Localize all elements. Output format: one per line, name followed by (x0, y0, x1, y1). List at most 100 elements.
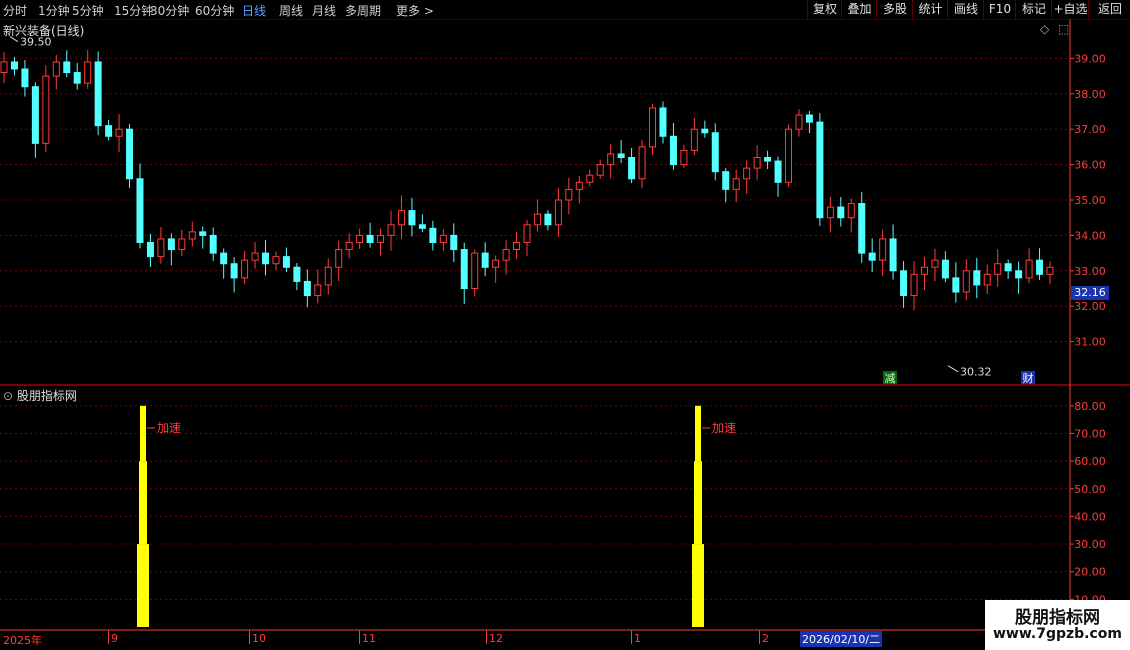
candle-body (105, 125, 113, 137)
candle-body (230, 263, 238, 279)
candle-body (94, 61, 102, 127)
candle-body (481, 252, 489, 268)
candle-body (262, 252, 269, 265)
candle-body (10, 61, 18, 70)
candle-body (513, 241, 521, 251)
candle-body (586, 174, 594, 183)
signal-bar (140, 405, 146, 462)
candle-body (418, 224, 426, 229)
candle-body (397, 210, 405, 226)
price-tick-label: 32.00 (1074, 300, 1106, 313)
candle-body (617, 153, 625, 159)
candle-body (690, 128, 698, 151)
indicator-tick-label: 60.00 (1074, 455, 1106, 468)
candle-body (596, 164, 604, 176)
month-label: 1 (634, 632, 641, 645)
month-label: 11 (362, 632, 376, 645)
low-price-label: 30.32 (960, 366, 992, 379)
month-tick (249, 630, 250, 644)
candle-body (188, 231, 196, 240)
candle-body (962, 270, 970, 293)
candle-body (303, 280, 311, 297)
candle-body (167, 238, 175, 251)
month-label: 12 (489, 632, 503, 645)
candle-body (994, 263, 1002, 275)
expand-icon[interactable]: ⬚ (1058, 22, 1069, 36)
price-tick-label: 38.00 (1074, 88, 1106, 101)
candle-body (157, 238, 165, 258)
month-tick (359, 630, 360, 644)
candle-body (889, 238, 897, 272)
candle-body (638, 146, 646, 180)
chevron-down-icon[interactable]: ⊙ (3, 389, 13, 403)
candle-body (377, 234, 385, 243)
candle-body (492, 259, 500, 268)
candle-body (21, 68, 29, 88)
candle-body (366, 234, 374, 243)
candle-body (1036, 259, 1044, 275)
candle-body (659, 107, 667, 137)
candle-body (471, 252, 479, 290)
annotation-label: 加速 (157, 421, 181, 435)
candle-body (272, 256, 280, 265)
candle-body (785, 128, 792, 183)
watermark-title: 股朋指标网 (1015, 608, 1100, 628)
candle-body (858, 203, 866, 254)
signal-bar (137, 544, 149, 627)
candle-body (324, 266, 332, 286)
candle-body (502, 249, 510, 261)
annotation-label: 加速 (712, 421, 736, 435)
axis-year-label: 2025年 (3, 634, 42, 647)
candle-body (251, 252, 259, 261)
month-label: 2 (762, 632, 769, 645)
candle-body (669, 135, 677, 166)
candle-body (753, 157, 761, 169)
candle-body (429, 227, 437, 243)
candle-body (764, 157, 772, 162)
candle-body (293, 266, 301, 282)
candle-body (743, 167, 751, 180)
price-tick-label: 33.00 (1074, 265, 1106, 278)
candle-body (42, 75, 50, 144)
candle-body (220, 252, 228, 265)
candle-body (711, 132, 719, 173)
month-label: 9 (111, 632, 118, 645)
indicator-name: 股朋指标网 (16, 389, 77, 403)
candle-body (910, 273, 918, 297)
candle-body (460, 249, 468, 289)
candle-body (31, 86, 39, 144)
candle-body (115, 128, 123, 137)
candle-body (178, 238, 186, 251)
watermark-url: www.7gpzb.com (992, 626, 1122, 642)
candle-body (314, 284, 322, 297)
candle-body (73, 72, 81, 84)
candle-body (868, 252, 876, 261)
candle-body (722, 171, 730, 190)
candle-body (0, 61, 8, 74)
main-panel-title: 新兴装备(日线) (3, 24, 85, 38)
candle-body (795, 114, 803, 130)
candle-body (837, 206, 845, 219)
candle-body (805, 114, 813, 123)
candle-body (628, 157, 636, 180)
candle-body (680, 149, 688, 166)
candle-body (774, 160, 782, 183)
candle-body (146, 241, 154, 258)
candle-body (136, 178, 144, 243)
candle-body (732, 178, 740, 190)
diamond-icon[interactable]: ◇ (1040, 22, 1049, 36)
candle-body (565, 188, 573, 201)
candle-body (649, 107, 657, 148)
month-tick (759, 630, 760, 644)
candle-body (241, 259, 249, 279)
candle-body (983, 273, 991, 286)
price-tick-label: 31.00 (1074, 336, 1106, 349)
signal-bar (694, 461, 702, 545)
candle-body (816, 121, 824, 219)
indicator-tick-label: 40.00 (1074, 510, 1106, 523)
reduce-marker: 减 (885, 372, 896, 385)
candle-body (847, 203, 855, 219)
indicator-tick-label: 20.00 (1074, 566, 1106, 579)
finance-marker: 财 (1023, 371, 1034, 385)
indicator-tick-label: 30.00 (1074, 538, 1106, 551)
